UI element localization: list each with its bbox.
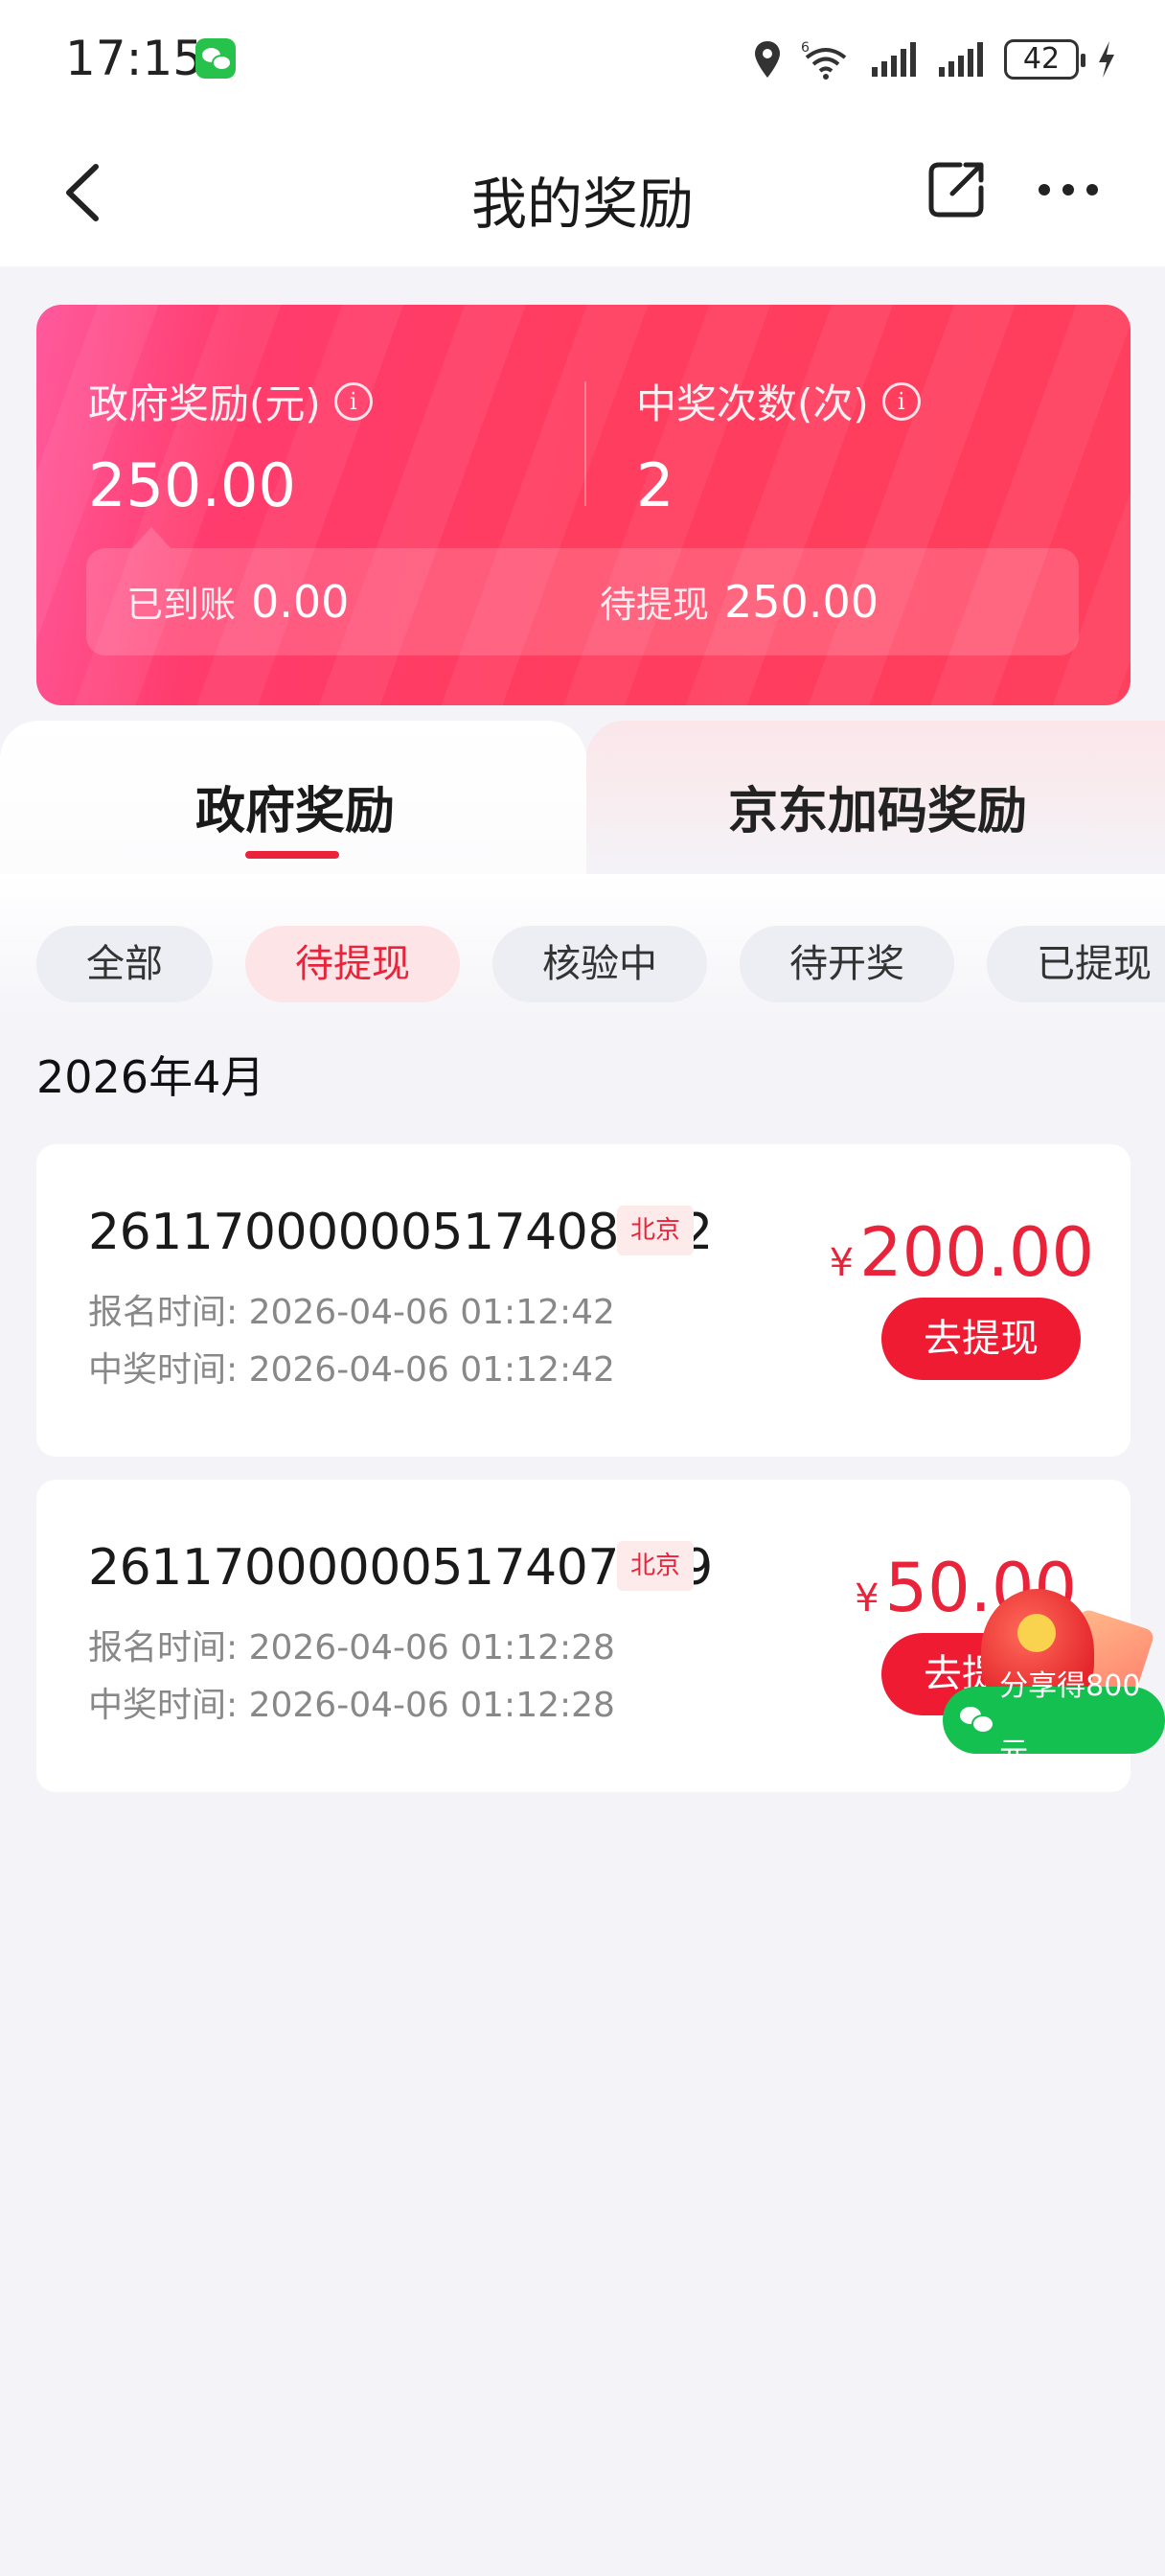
share-pill[interactable]: 分享得800元 [943,1669,1165,1770]
tab-jd-bonus[interactable]: 京东加码奖励 [586,721,1165,874]
tab-gov-reward-label: 政府奖励 [195,783,396,840]
signup-time-label: 报名时间: [88,1628,239,1668]
currency-symbol: ¥ [855,1576,879,1621]
status-icons: 6 42 [753,34,1117,84]
status-time: 17:15 [65,31,204,86]
pending-value: 250.00 [724,576,879,628]
charging-icon [1099,41,1114,78]
tab-active-indicator [245,851,339,859]
reward-tabs: 京东加码奖励 政府奖励 [0,721,1165,874]
win-count-label-text: 中奖次数(次) [636,380,869,427]
nav-bar: 我的奖励 [0,119,1165,266]
battery-indicator: 42 [1004,39,1085,80]
share-pill-label: 分享得800元 [999,1669,1141,1770]
more-dot-icon [1039,184,1050,196]
gov-reward-value: 250.00 [88,450,296,520]
more-dot-icon [1086,184,1098,196]
share-reward-widget[interactable]: 分享得800元 [943,1589,1165,1770]
signup-time-label: 报名时间: [88,1293,239,1332]
currency-symbol: ¥ [829,1241,855,1285]
reward-item: 26117000000517408762 北京 报名时间: 2026-04-06… [36,1144,1131,1457]
signup-time: 报名时间: 2026-04-06 01:12:28 [88,1620,615,1669]
wifi-icon: 6 [801,40,847,80]
share-button[interactable] [925,157,989,220]
received-label: 已到账 [126,584,237,626]
filter-pending-withdraw[interactable]: 待提现 [245,926,460,1002]
pending-item: 待提现 250.00 [600,575,879,628]
received-item: 已到账 0.00 [126,575,349,628]
win-count-value: 2 [636,450,674,520]
gov-reward-label-text: 政府奖励(元) [88,380,321,427]
status-bar: 17:15 6 42 [0,0,1165,119]
signup-time-value: 2026-04-06 01:12:28 [248,1628,615,1668]
info-icon[interactable]: i [881,381,921,421]
summary-caret [132,527,171,548]
tab-jd-bonus-label: 京东加码奖励 [728,783,1028,840]
network-label: 6 [801,40,810,56]
signal-icon-2 [939,42,983,77]
win-time-value: 2026-04-06 01:12:42 [248,1350,615,1390]
wechat-notification-icon [195,38,236,79]
win-time: 中奖时间: 2026-04-06 01:12:42 [88,1342,615,1392]
withdraw-summary: 已到账 0.00 待提现 250.00 [86,548,1079,656]
filter-pending-draw[interactable]: 待开奖 [740,926,954,1002]
amount-value: 200.00 [859,1213,1094,1292]
received-value: 0.00 [251,576,350,628]
region-tag: 北京 [617,1541,695,1591]
summary-divider [584,381,586,506]
filter-all[interactable]: 全部 [36,926,213,1002]
withdraw-button[interactable]: 去提现 [881,1298,1081,1380]
tab-gov-reward[interactable]: 政府奖励 [0,721,586,874]
pending-label: 待提现 [600,584,710,626]
signal-icon [872,42,916,77]
reward-summary-card: 政府奖励(元) i 250.00 中奖次数(次) i 2 已到账 0.00 待提… [36,305,1131,705]
reward-amount: ¥ 200.00 [830,1213,1094,1292]
region-tag: 北京 [617,1206,695,1255]
info-icon[interactable]: i [333,381,373,421]
filter-verifying[interactable]: 核验中 [492,926,707,1002]
signup-time: 报名时间: 2026-04-06 01:12:42 [88,1284,615,1334]
more-dot-icon [1062,184,1074,196]
win-time-value: 2026-04-06 01:12:28 [248,1686,615,1725]
win-count-label: 中奖次数(次) i [636,372,921,430]
more-button[interactable] [1035,178,1102,201]
win-time-label: 中奖时间: [88,1350,239,1390]
signup-time-value: 2026-04-06 01:12:42 [248,1293,615,1332]
location-icon [755,41,780,78]
win-time-label: 中奖时间: [88,1686,239,1725]
page-title: 我的奖励 [470,172,694,237]
month-heading: 2026年4月 [36,1051,265,1103]
wechat-icon [960,1707,995,1734]
win-time: 中奖时间: 2026-04-06 01:12:28 [88,1677,615,1727]
filter-withdrawn[interactable]: 已提现 [987,926,1165,1002]
status-filters: 全部 待提现 核验中 待开奖 已提现 [36,926,1165,1002]
gov-reward-label: 政府奖励(元) i [88,372,373,430]
